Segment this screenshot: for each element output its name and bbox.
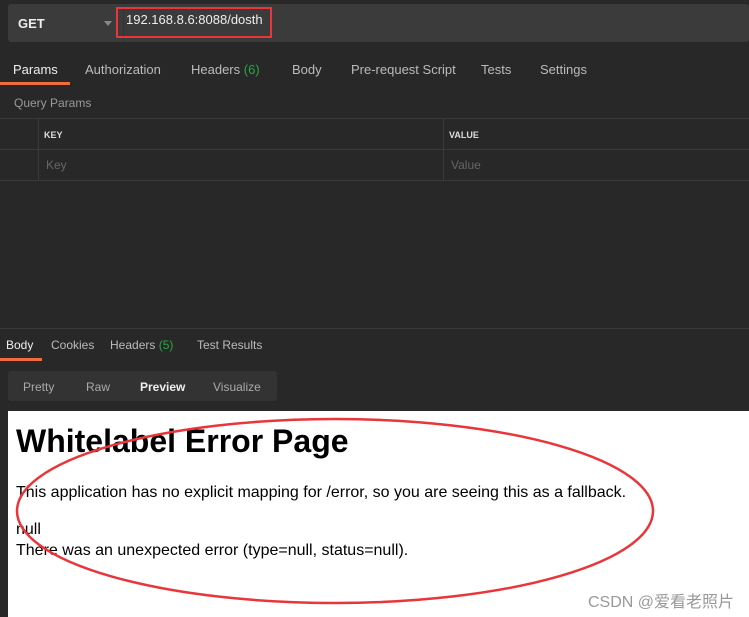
tab-authorization[interactable]: Authorization bbox=[85, 62, 161, 77]
annotation-ellipse bbox=[15, 417, 655, 605]
value-header: VALUE bbox=[449, 130, 479, 140]
tab-tests[interactable]: Tests bbox=[481, 62, 511, 77]
tab-headers-label: Headers bbox=[191, 62, 241, 77]
response-tab-test-results[interactable]: Test Results bbox=[197, 338, 262, 352]
response-tab-headers[interactable]: Headers (5) bbox=[110, 338, 173, 352]
watermark: CSDN @爱看老照片 bbox=[587, 594, 734, 611]
active-response-tab-indicator bbox=[0, 358, 42, 361]
view-preview[interactable]: Preview bbox=[140, 380, 185, 394]
method-select[interactable]: GET bbox=[8, 4, 124, 42]
tab-body[interactable]: Body bbox=[292, 62, 322, 77]
view-visualize[interactable]: Visualize bbox=[213, 380, 261, 394]
method-label: GET bbox=[18, 16, 45, 31]
response-headers-count: (5) bbox=[158, 338, 174, 352]
tab-settings[interactable]: Settings bbox=[540, 62, 587, 77]
url-annotation-box bbox=[116, 7, 272, 38]
divider bbox=[0, 118, 749, 119]
response-tab-headers-label: Headers bbox=[110, 338, 156, 352]
query-params-title: Query Params bbox=[14, 96, 92, 110]
response-tab-cookies[interactable]: Cookies bbox=[51, 338, 94, 352]
divider bbox=[0, 180, 749, 181]
key-input[interactable]: Key bbox=[46, 158, 67, 172]
active-tab-indicator bbox=[0, 82, 70, 85]
divider bbox=[443, 118, 444, 180]
view-pretty[interactable]: Pretty bbox=[23, 380, 54, 394]
headers-count: (6) bbox=[243, 62, 260, 77]
response-tab-body[interactable]: Body bbox=[6, 338, 33, 352]
divider bbox=[0, 149, 749, 150]
divider bbox=[0, 328, 749, 329]
chevron-down-icon bbox=[104, 21, 112, 26]
tab-params[interactable]: Params bbox=[13, 62, 58, 77]
value-input[interactable]: Value bbox=[451, 158, 481, 172]
divider bbox=[38, 118, 39, 180]
tab-pre-request-script[interactable]: Pre-request Script bbox=[351, 62, 456, 77]
view-raw[interactable]: Raw bbox=[86, 380, 110, 394]
tab-headers[interactable]: Headers (6) bbox=[191, 62, 260, 77]
key-header: KEY bbox=[44, 130, 63, 140]
